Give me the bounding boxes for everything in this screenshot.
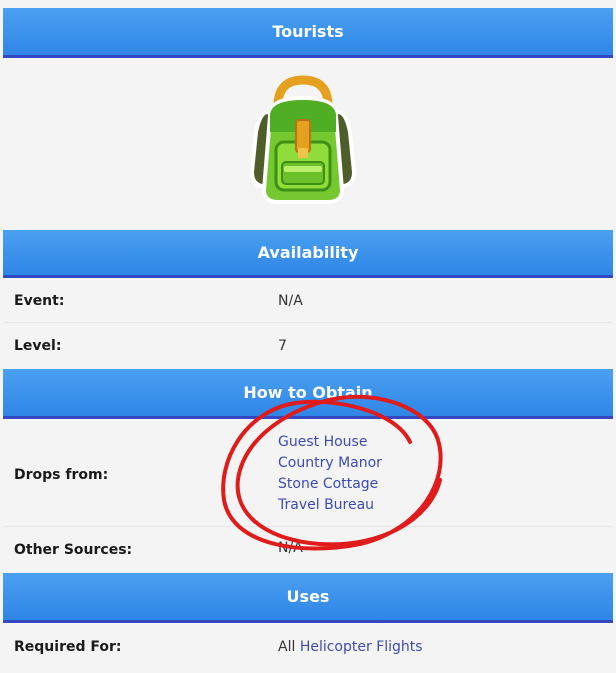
uses-header: Uses: [3, 573, 613, 623]
other-sources-label: Other Sources:: [14, 542, 133, 558]
availability-header: Availability: [3, 230, 613, 278]
required-prefix: All: [278, 639, 296, 655]
how-to-obtain-title: How to Obtain: [243, 383, 373, 402]
drops-list: Guest House Country Manor Stone Cottage …: [278, 432, 382, 516]
how-to-obtain-header: How to Obtain: [3, 369, 613, 419]
required-for-value: All Helicopter Flights: [278, 639, 423, 655]
backpack-icon: [249, 75, 357, 204]
divider: [3, 322, 613, 323]
drop-link-travel-bureau[interactable]: Travel Bureau: [278, 495, 382, 516]
tourists-title: Tourists: [272, 22, 344, 41]
helicopter-flights-link[interactable]: Helicopter Flights: [300, 639, 423, 655]
required-for-label: Required For:: [14, 639, 122, 655]
tourists-header: Tourists: [3, 8, 613, 58]
drop-link-country-manor[interactable]: Country Manor: [278, 453, 382, 474]
drops-from-label: Drops from:: [14, 467, 109, 483]
event-label: Event:: [14, 293, 65, 309]
level-value: 7: [278, 338, 287, 354]
drop-link-stone-cottage[interactable]: Stone Cottage: [278, 474, 382, 495]
uses-title: Uses: [286, 587, 330, 606]
availability-title: Availability: [257, 243, 359, 262]
other-sources-value: N/A: [278, 540, 303, 556]
event-value: N/A: [278, 293, 303, 309]
drop-link-guest-house[interactable]: Guest House: [278, 432, 382, 453]
level-label: Level:: [14, 338, 62, 354]
divider: [3, 526, 613, 527]
